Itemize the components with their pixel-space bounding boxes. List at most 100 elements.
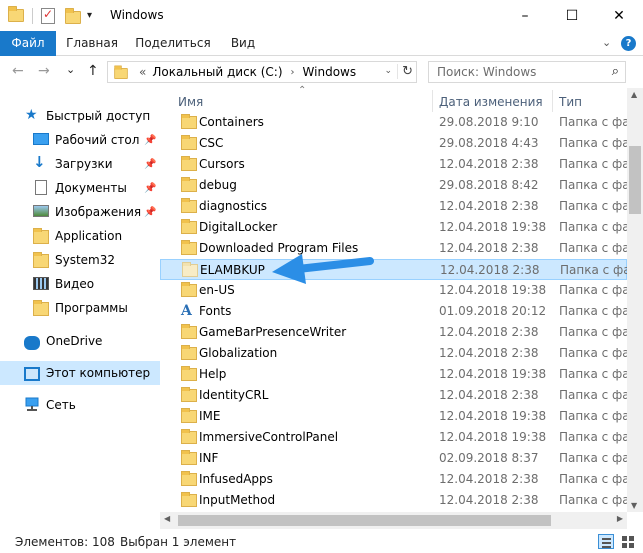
- file-name: GameBarPresenceWriter: [199, 325, 347, 339]
- sidebar-item-videos[interactable]: Видео: [0, 272, 160, 296]
- fonts-folder-icon: A: [181, 303, 192, 319]
- address-overflow[interactable]: «: [139, 65, 146, 79]
- tab-file[interactable]: Файл: [0, 31, 56, 56]
- search-box[interactable]: Поиск: Windows ⌕: [428, 61, 626, 83]
- table-row[interactable]: en-US 12.04.2018 19:38 Папка с фай: [160, 280, 627, 301]
- horizontal-scrollbar[interactable]: ◀ ▶: [160, 512, 627, 529]
- table-row[interactable]: IME 12.04.2018 19:38 Папка с фай: [160, 406, 627, 427]
- search-input[interactable]: Поиск: Windows: [437, 65, 536, 79]
- column-header-type[interactable]: Тип: [559, 95, 582, 109]
- pin-icon[interactable]: 📌: [144, 159, 156, 170]
- scroll-left-icon[interactable]: ◀: [164, 514, 170, 523]
- quick-access-toolbar: ▾: [0, 0, 92, 31]
- file-date: 12.04.2018 2:38: [439, 157, 539, 171]
- table-row[interactable]: CSC 29.08.2018 4:43 Папка с фай: [160, 133, 627, 154]
- folder-icon: [181, 366, 197, 381]
- column-header-name[interactable]: Имя: [178, 95, 203, 109]
- sort-indicator: ⌃: [298, 85, 307, 96]
- large-icons-view-button[interactable]: [620, 534, 636, 549]
- address-dropdown[interactable]: ⌄: [384, 66, 392, 76]
- sidebar-item-documents[interactable]: Документы 📌: [0, 176, 160, 200]
- video-icon: [33, 277, 49, 290]
- sidebar-item-this-pc[interactable]: Этот компьютер: [0, 361, 160, 385]
- file-date: 12.04.2018 19:38: [439, 367, 547, 381]
- details-view-button[interactable]: [598, 534, 614, 549]
- sidebar-item-system32[interactable]: System32: [0, 248, 160, 272]
- folder-icon: [181, 471, 197, 486]
- file-type: Папка с фай: [559, 199, 627, 213]
- chevron-down-icon[interactable]: ▾: [87, 10, 92, 21]
- breadcrumb-local-disk[interactable]: Локальный диск (C:): [152, 65, 282, 79]
- new-folder-icon[interactable]: [65, 7, 81, 24]
- scroll-thumb[interactable]: [178, 515, 551, 526]
- table-row[interactable]: Downloaded Program Files 12.04.2018 2:38 П…: [160, 238, 627, 259]
- file-name: DigitalLocker: [199, 220, 278, 234]
- folder-icon: [181, 135, 197, 150]
- sidebar-item-pictures[interactable]: Изображения 📌: [0, 200, 160, 224]
- table-row[interactable]: INF 02.09.2018 8:37 Папка с фай: [160, 448, 627, 469]
- table-row[interactable]: debug 29.08.2018 8:42 Папка с фай: [160, 175, 627, 196]
- table-row[interactable]: GameBarPresenceWriter 12.04.2018 2:38 Папк…: [160, 322, 627, 343]
- table-row[interactable]: ImmersiveControlPanel 12.04.2018 19:38 Пап…: [160, 427, 627, 448]
- file-list: Containers 29.08.2018 9:10 Папка с фай CSC 2…: [160, 112, 627, 512]
- file-type: Папка с фай: [559, 178, 627, 192]
- breadcrumb-separator[interactable]: ›: [291, 67, 295, 78]
- file-name: Containers: [199, 115, 264, 129]
- folder-icon: [33, 300, 49, 316]
- sidebar-item-downloads[interactable]: ↓ Загрузки 📌: [0, 152, 160, 176]
- tab-home[interactable]: Главная: [60, 31, 124, 56]
- sidebar-item-application[interactable]: Application: [0, 224, 160, 248]
- table-row[interactable]: ELAMBKUP 12.04.2018 2:38 Папка с фай: [160, 259, 627, 280]
- help-icon[interactable]: ?: [621, 36, 636, 51]
- pin-icon[interactable]: 📌: [144, 135, 156, 146]
- chevron-down-icon[interactable]: ⌄: [602, 36, 611, 49]
- table-row[interactable]: Help 12.04.2018 19:38 Папка с фай: [160, 364, 627, 385]
- folder-icon: [181, 240, 197, 255]
- close-button[interactable]: ✕: [596, 0, 642, 31]
- maximize-button[interactable]: ☐: [549, 0, 595, 31]
- sidebar-item-onedrive[interactable]: OneDrive: [0, 329, 160, 353]
- forward-button[interactable]: →: [38, 63, 50, 79]
- search-icon[interactable]: ⌕: [612, 64, 619, 79]
- recent-locations-button[interactable]: ⌄: [66, 63, 75, 76]
- scroll-thumb[interactable]: [629, 146, 641, 214]
- address-bar[interactable]: « Локальный диск (C:) › Windows ⌄ ↻: [107, 61, 417, 83]
- up-button[interactable]: ↑: [87, 63, 99, 79]
- pin-icon[interactable]: 📌: [144, 183, 156, 194]
- sidebar-item-network[interactable]: Сеть: [0, 393, 160, 417]
- navigation-pane: ★ Быстрый доступ Рабочий стол 📌 ↓ Загруз…: [0, 88, 160, 530]
- vertical-scrollbar[interactable]: ▲ ▼: [627, 88, 643, 512]
- network-icon: [24, 397, 40, 411]
- minimize-button[interactable]: –: [502, 0, 548, 31]
- sidebar-item-desktop[interactable]: Рабочий стол 📌: [0, 128, 160, 152]
- refresh-button[interactable]: ↻: [397, 64, 413, 79]
- properties-icon[interactable]: [41, 7, 55, 24]
- column-header-date[interactable]: Дата изменения: [439, 95, 543, 109]
- sidebar-item-quick-access[interactable]: ★ Быстрый доступ: [0, 104, 160, 128]
- table-row[interactable]: IdentityCRL 12.04.2018 2:38 Папка с фай: [160, 385, 627, 406]
- table-row[interactable]: Cursors 12.04.2018 2:38 Папка с фай: [160, 154, 627, 175]
- back-button[interactable]: ←: [12, 63, 24, 79]
- file-name: InfusedApps: [199, 472, 273, 486]
- table-row[interactable]: InfusedApps 12.04.2018 2:38 Папка с фай: [160, 469, 627, 490]
- tab-view[interactable]: Вид: [223, 31, 263, 56]
- breadcrumb-windows[interactable]: Windows: [303, 65, 357, 79]
- table-row[interactable]: Containers 29.08.2018 9:10 Папка с фай: [160, 112, 627, 133]
- folder-icon: [181, 429, 197, 444]
- table-row[interactable]: A Fonts 01.09.2018 20:12 Папка с фай: [160, 301, 627, 322]
- folder-icon: [181, 492, 197, 507]
- table-row[interactable]: DigitalLocker 12.04.2018 19:38 Папка с фай: [160, 217, 627, 238]
- column-header: ⌃ Имя Дата изменения Тип: [160, 85, 627, 114]
- scroll-up-icon[interactable]: ▲: [631, 90, 637, 99]
- file-date: 29.08.2018 8:42: [439, 178, 539, 192]
- file-name: InputMethod: [199, 493, 276, 507]
- tab-share[interactable]: Поделиться: [132, 31, 214, 56]
- table-row[interactable]: diagnostics 12.04.2018 2:38 Папка с фай: [160, 196, 627, 217]
- scroll-down-icon[interactable]: ▼: [631, 501, 637, 510]
- table-row[interactable]: Globalization 12.04.2018 2:38 Папка с фай: [160, 343, 627, 364]
- scroll-right-icon[interactable]: ▶: [617, 514, 623, 523]
- pin-icon[interactable]: 📌: [144, 207, 156, 218]
- file-type: Папка с фай: [559, 241, 627, 255]
- table-row[interactable]: InputMethod 12.04.2018 2:38 Папка с фай: [160, 490, 627, 511]
- sidebar-item-programs[interactable]: Программы: [0, 296, 160, 320]
